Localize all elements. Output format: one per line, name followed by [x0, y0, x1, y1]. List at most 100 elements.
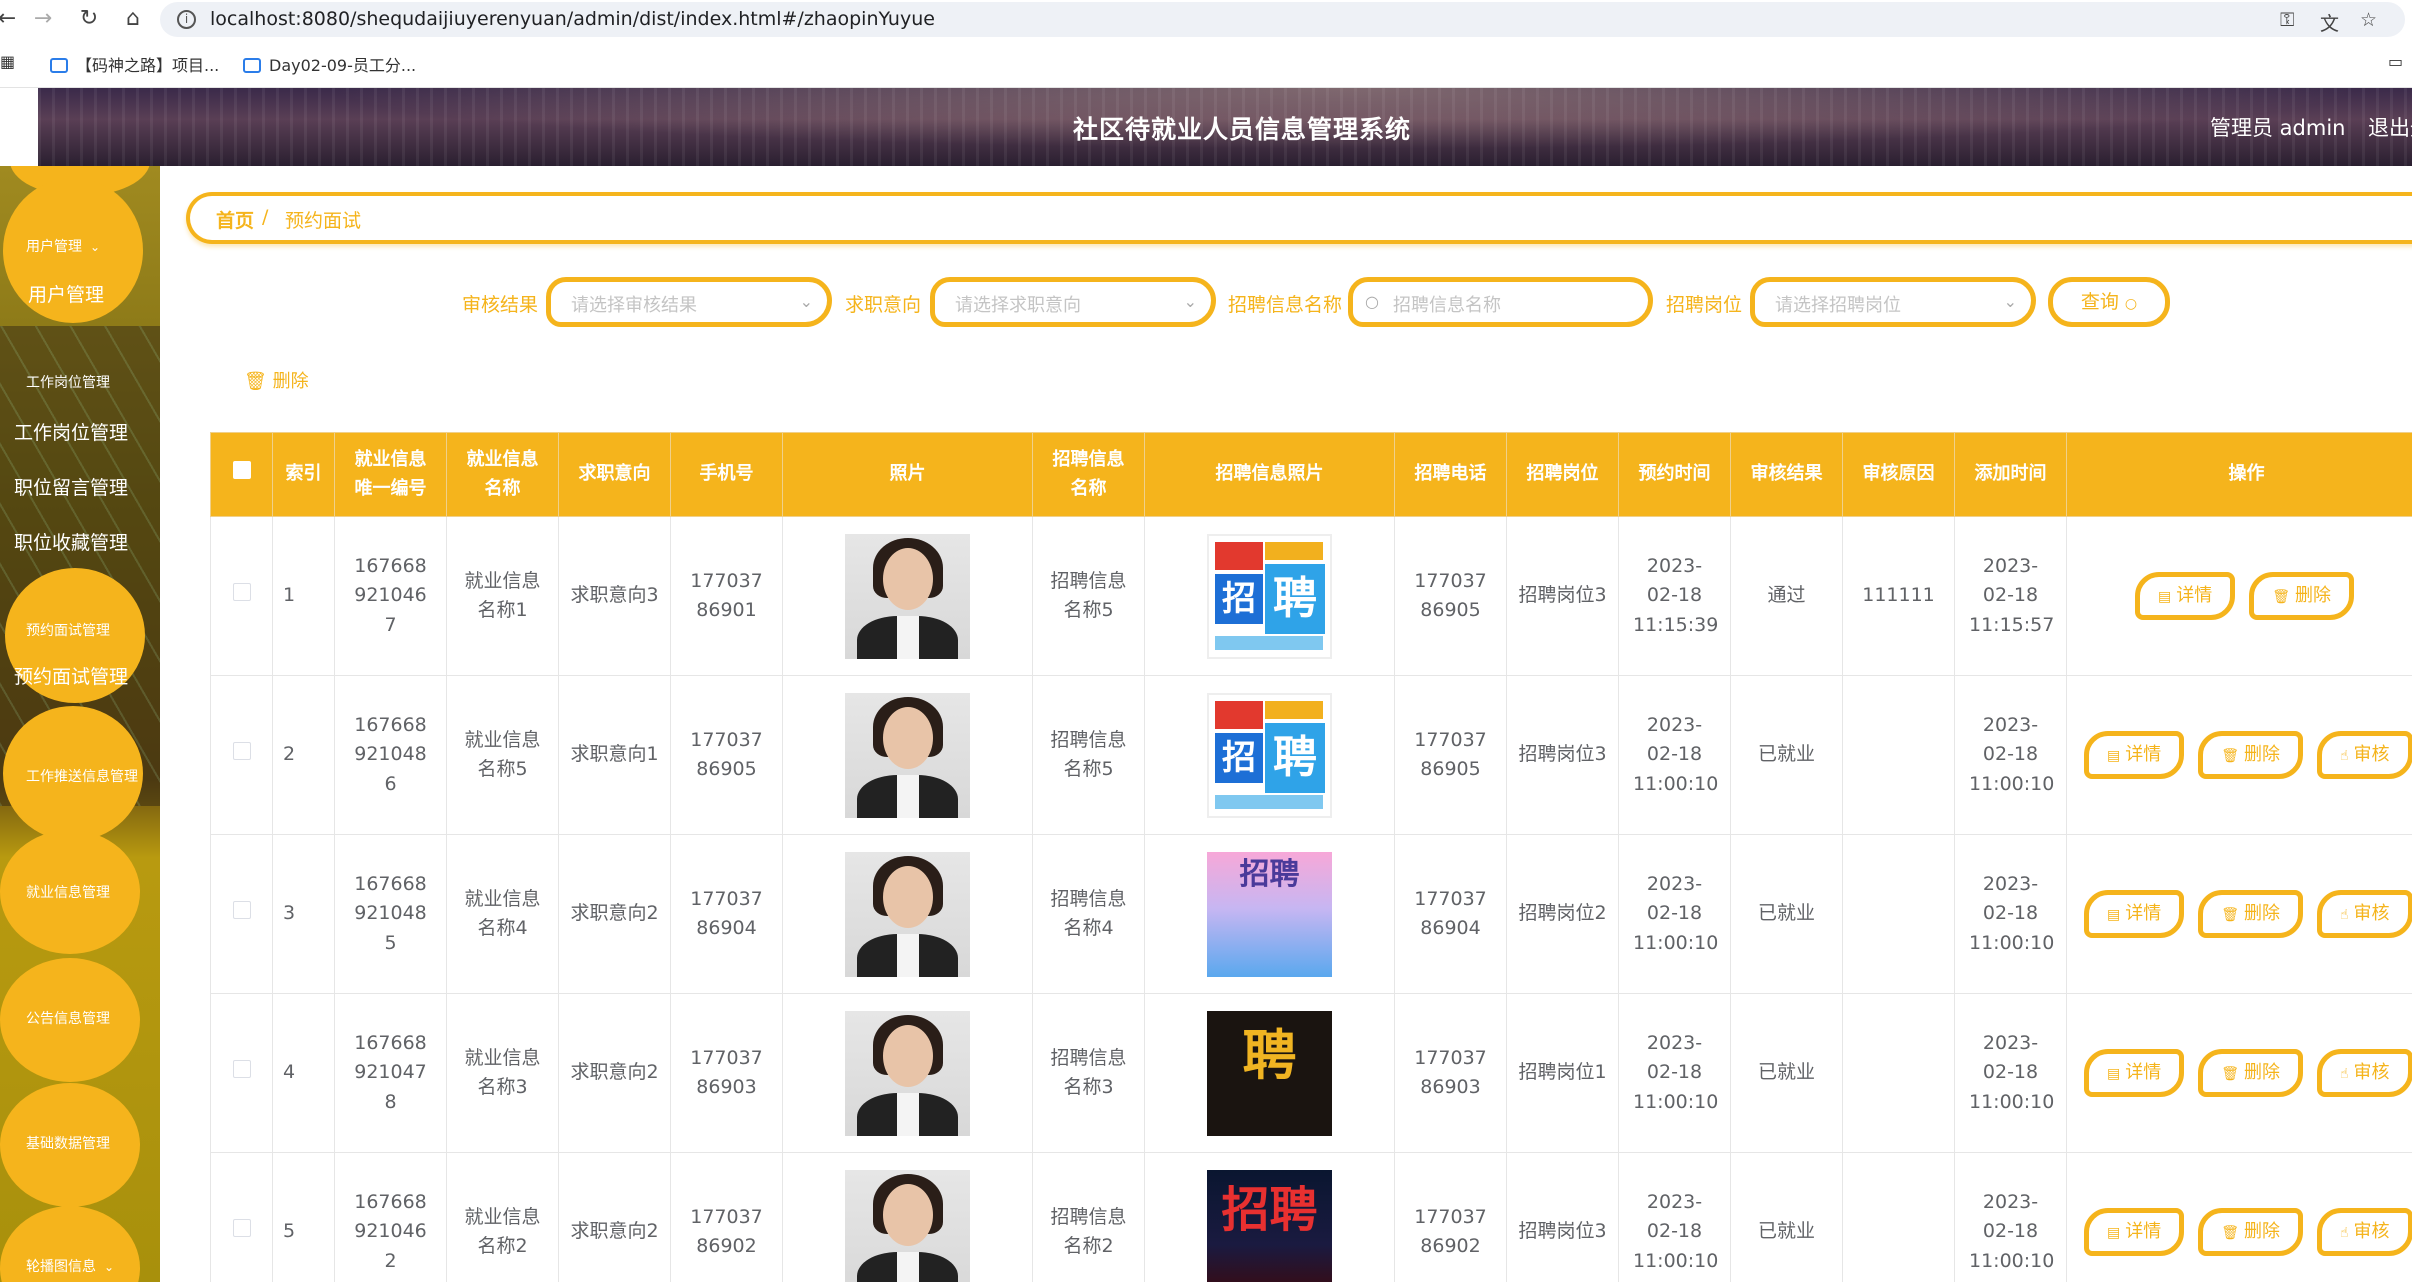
breadcrumb: 首页 / 预约面试 — [186, 192, 2412, 244]
sidebar-sub-favorite[interactable]: 职位收藏管理 — [14, 528, 128, 555]
column-header: 就业信息名称 — [446, 432, 559, 517]
hand-icon: ☝ — [2340, 1066, 2349, 1082]
appoint-time-cell: 2023-02-18 11:15:39 — [1618, 516, 1731, 676]
sidebar-sub-interview[interactable]: 预约面试管理 — [14, 662, 128, 689]
detail-button[interactable]: ▤ 详情 — [2084, 1208, 2185, 1256]
post-select[interactable]: 请选择招聘岗位 ⌄ — [1750, 277, 2036, 327]
info-icon[interactable]: i — [177, 10, 196, 29]
post-cell: 招聘岗位1 — [1506, 993, 1619, 1153]
audit-button[interactable]: ☝ 审核 — [2317, 890, 2412, 938]
column-header: 手机号 — [670, 432, 783, 517]
detail-button[interactable]: ▤ 详情 — [2084, 731, 2185, 779]
phone-cell: 17703786901 — [670, 516, 783, 676]
audit-reason-cell: 111111 — [1842, 516, 1955, 676]
delete-button[interactable]: 🗑 删除 — [2249, 572, 2354, 620]
sidebar-sub-job-post[interactable]: 工作岗位管理 — [14, 418, 128, 445]
trash-icon: 🗑 — [2221, 1066, 2240, 1082]
document-icon: ▤ — [2157, 589, 2172, 605]
forward-arrow-icon[interactable]: → — [28, 4, 58, 34]
sidebar-sub-user[interactable]: 用户管理 — [28, 280, 104, 307]
row-checkbox[interactable] — [232, 742, 251, 761]
bookmarks-bar: ▦ 【码神之路】项目... Day02-09-员工分... ▭ — [0, 40, 2412, 88]
address-bar[interactable]: i localhost:8080/shequdaijiuyerenyuan/ad… — [160, 2, 2405, 37]
code-cell: 1676689210467 — [334, 516, 447, 676]
row-checkbox[interactable] — [232, 1060, 251, 1079]
delete-button[interactable]: 🗑 删除 — [2198, 1208, 2304, 1256]
add-time-cell: 2023-02-18 11:00:10 — [1954, 993, 2067, 1153]
name-cell: 就业信息名称4 — [446, 834, 559, 994]
breadcrumb-home[interactable]: 首页 — [216, 206, 254, 233]
reload-icon[interactable]: ↻ — [74, 4, 104, 34]
apps-icon[interactable]: ▦ — [0, 52, 15, 71]
row-checkbox-cell[interactable] — [210, 675, 273, 835]
star-icon[interactable]: ☆ — [2360, 9, 2377, 31]
audit-result-cell: 已就业 — [1730, 834, 1843, 994]
table-row: 2 1676689210486 就业信息名称5 求职意向1 17703786905 招聘信… — [210, 675, 2412, 835]
row-checkbox[interactable] — [232, 583, 251, 602]
select-all-cell[interactable] — [210, 432, 273, 517]
breadcrumb-current: 预约面试 — [285, 210, 362, 232]
logout-button[interactable]: 退出登录 — [2368, 112, 2412, 142]
query-button[interactable]: 查询 ○ — [2048, 277, 2170, 327]
audit-select[interactable]: 请选择审核结果 ⌄ — [546, 277, 832, 327]
row-checkbox-cell[interactable] — [210, 1152, 273, 1282]
trash-icon: 🗑 — [2221, 748, 2240, 764]
index-cell: 1 — [272, 516, 335, 676]
intent-select[interactable]: 请选择求职意向 ⌄ — [930, 277, 1216, 327]
recruit-name-cell: 招聘信息名称2 — [1032, 1152, 1145, 1282]
document-icon: ▤ — [2107, 1225, 2121, 1241]
candidate-photo — [845, 533, 970, 659]
url-text[interactable]: localhost:8080/shequdaijiuyerenyuan/admi… — [210, 2, 935, 37]
browser-toolbar: ← → ↻ ⌂ i localhost:8080/shequdaijiuyere… — [0, 0, 2412, 40]
row-checkbox-cell[interactable] — [210, 516, 273, 676]
delete-button[interactable]: 🗑 删除 — [2198, 731, 2304, 779]
row-checkbox-cell[interactable] — [210, 834, 273, 994]
table-row: 3 1676689210485 就业信息名称4 求职意向2 17703786904 招聘信… — [210, 834, 2412, 994]
select-all-checkbox[interactable] — [232, 461, 251, 480]
name-cell: 就业信息名称2 — [446, 1152, 559, 1282]
sidebar-sub-message[interactable]: 职位留言管理 — [14, 473, 128, 500]
folder-icon[interactable]: ▭ — [2388, 52, 2403, 71]
audit-button[interactable]: ☝ 审核 — [2317, 1208, 2412, 1256]
operation-cell: ▤ 详情 🗑 删除 ☝ 审核 — [2066, 675, 2412, 835]
recruit-phone-cell: 17703786905 — [1394, 675, 1507, 835]
audit-button[interactable]: ☝ 审核 — [2317, 1049, 2412, 1097]
document-icon: ▤ — [2107, 907, 2121, 923]
audit-button[interactable]: ☝ 审核 — [2317, 731, 2412, 779]
column-header: 添加时间 — [1954, 432, 2067, 517]
sidebar-item-label: 就业信息管理 — [26, 885, 110, 901]
translate-icon[interactable]: 文 — [2320, 9, 2339, 36]
column-header: 招聘信息名称 — [1032, 432, 1145, 517]
detail-button[interactable]: ▤ 详情 — [2134, 572, 2236, 620]
row-checkbox[interactable] — [232, 901, 251, 920]
row-checkbox[interactable] — [232, 1219, 251, 1238]
document-icon: ▤ — [2107, 1066, 2121, 1082]
delete-button[interactable]: 🗑 删除 — [2198, 1049, 2304, 1097]
add-time-cell: 2023-02-18 11:00:10 — [1954, 834, 2067, 994]
key-icon[interactable]: ⚿ — [2280, 9, 2294, 31]
delete-button[interactable]: 🗑 删除 — [2198, 890, 2304, 938]
code-cell: 1676689210478 — [334, 993, 447, 1153]
sidebar: 用户管理 ⌄ 用户管理 工作岗位管理 工作岗位管理 职位留言管理 职位收藏管理 预… — [0, 166, 160, 1282]
recruit-phone-cell: 17703786903 — [1394, 993, 1507, 1153]
hand-icon: ☝ — [2340, 748, 2349, 764]
home-icon[interactable]: ⌂ — [118, 4, 148, 34]
recruit-name-filter-label: 招聘信息名称 — [1228, 294, 1343, 316]
recruit-name-input[interactable]: ○ 招聘信息名称 — [1348, 277, 1653, 327]
intent-cell: 求职意向1 — [558, 675, 671, 835]
table-header-row: 索引 就业信息唯一编号 就业信息名称 求职意向 手机号 照片 招聘信息名称 招聘… — [210, 432, 2412, 517]
bookmark-item[interactable]: Day02-09-员工分... — [243, 52, 416, 76]
column-header: 审核原因 — [1842, 432, 1955, 517]
detail-button[interactable]: ▤ 详情 — [2084, 1049, 2185, 1097]
appoint-time-cell: 2023-02-18 11:00:10 — [1618, 834, 1731, 994]
index-cell: 3 — [272, 834, 335, 994]
back-arrow-icon[interactable]: ← — [0, 4, 22, 34]
batch-delete-button[interactable]: 🗑 删除 — [244, 367, 309, 393]
search-icon: ○ — [2124, 296, 2138, 312]
appoint-time-cell: 2023-02-18 11:00:10 — [1618, 675, 1731, 835]
bookmark-item[interactable]: 【码神之路】项目... — [50, 52, 219, 76]
detail-button[interactable]: ▤ 详情 — [2084, 890, 2185, 938]
row-checkbox-cell[interactable] — [210, 993, 273, 1153]
sidebar-item-label: 工作岗位管理 — [26, 375, 110, 391]
trash-icon: 🗑 — [2272, 589, 2290, 605]
